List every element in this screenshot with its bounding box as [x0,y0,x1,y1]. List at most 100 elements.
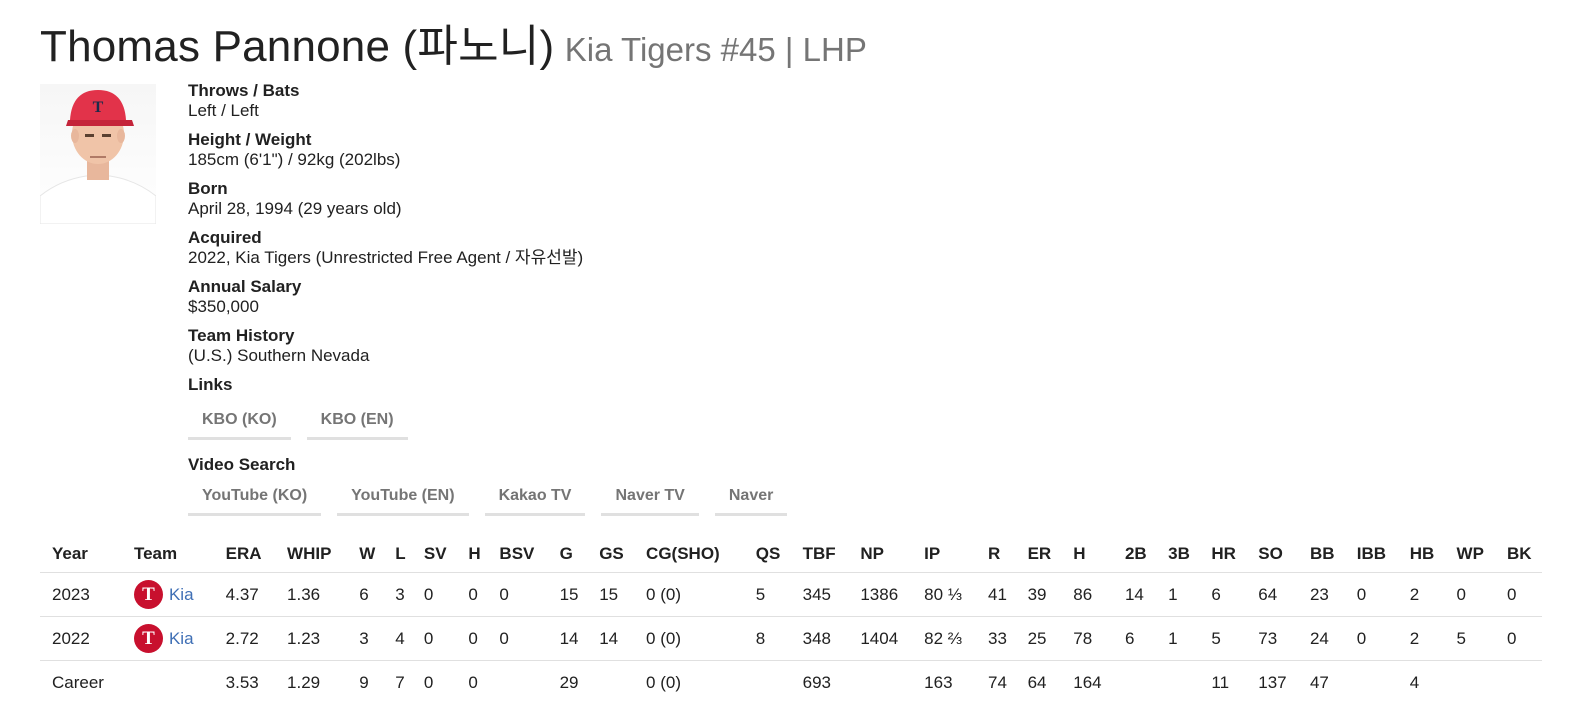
youtube-ko-link[interactable]: YouTube (KO) [188,481,322,516]
stat-cell: 7 [395,672,405,692]
stat-cell: 0 [1344,572,1398,617]
field-label: Height / Weight [188,130,312,149]
stat-cell: 137 [1258,672,1287,692]
salary-field: Annual Salary $350,000 [188,276,1088,317]
stat-cell: 39 [1015,572,1062,617]
stat-cell: 14 [587,616,635,661]
field-value: (U.S.) Southern Nevada [188,346,370,365]
stat-cell: 693 [802,672,832,692]
stat-cell: 5 [1444,616,1495,661]
year-cell: Career [52,672,104,692]
youtube-en-link[interactable]: YouTube (EN) [337,481,469,516]
stat-cell: 6 [347,572,384,617]
stat-cell [1445,661,1495,705]
team-link-wrap[interactable]: T Kia [133,624,214,653]
stat-cell: 5 [743,572,791,617]
kbo-en-link[interactable]: KBO (EN) [306,405,408,440]
stat-cell: 1.29 [287,672,321,692]
stat-cell: 0 [487,572,548,617]
stat-cell: 25 [1015,616,1062,661]
field-label: Throws / Bats [188,81,300,100]
col-header-tbf: TBF [790,536,849,573]
field-value: April 28, 1994 (29 years old) [188,199,402,218]
col-header-hits: H [1061,536,1113,573]
stat-cell: 345 [790,572,849,617]
naver-tv-link[interactable]: Naver TV [601,481,699,516]
stat-cell: 1404 [848,616,913,661]
team-link[interactable]: Kia [169,629,194,649]
stat-cell: 1 [1156,616,1200,661]
field-label: Team History [188,326,295,345]
stat-cell: 82 ⅔ [912,616,976,661]
stat-cell: 9 [359,672,369,692]
stat-cell: 64 [1027,672,1047,692]
stat-cell: 348 [790,616,849,661]
stat-cell: 14 [547,616,588,661]
col-header-hb: HB [1397,536,1445,573]
stat-cell: 0 [456,616,488,661]
stat-cell: 0 [411,572,457,617]
stat-cell: 0 [1444,572,1495,617]
stat-cell: 0 [468,672,478,692]
page-header: Thomas Pannone (파노니) Kia Tigers #45 | LH… [40,10,867,74]
col-header-l: L [383,536,412,573]
col-header-bsv: BSV [487,536,548,573]
player-name: Thomas Pannone (파노니) [40,22,555,71]
stat-cell: 47 [1309,672,1329,692]
stat-cell: 1.36 [275,572,348,617]
stat-cell: 163 [924,672,953,692]
stat-cell: 64 [1246,572,1298,617]
field-value: 185cm (6'1") / 92kg (202lbs) [188,150,401,169]
stat-cell [1345,661,1398,705]
stat-cell: 2 [1397,616,1445,661]
team-link[interactable]: Kia [169,585,194,605]
stat-cell: 74 [987,672,1007,692]
stats-header-row: Year Team ERA WHIP W L SV H BSV G GS CG(… [40,536,1542,573]
acquired-field: Acquired 2022, Kia Tigers (Unrestricted … [188,227,1088,268]
col-header-era: ERA [213,536,276,573]
player-team-position: Kia Tigers #45 | LHP [564,31,867,68]
stat-cell: 0 [1344,616,1398,661]
stats-row: Career 3.53 1.29 9 7 0 0 29 0 (0) 693 163 74 64 164 11… [40,661,1542,705]
stat-cell: 4 [383,616,412,661]
col-header-year: Year [40,536,122,573]
stats-row: 2023 T Kia 4.37 1.36 6 3 0 0 0 15 15 0 (0) 5 345 1386 80… [40,572,1542,617]
stat-cell: 8 [743,616,791,661]
stat-cell: 6 [1199,572,1247,617]
stats-row: 2022 T Kia 2.72 1.23 3 4 0 0 0 14 14 0 (0) 8 348 1404 82… [40,616,1542,661]
col-header-r: R [975,536,1016,573]
kia-tigers-logo-icon: T [133,580,163,609]
player-info: Throws / Bats Left / Left Height / Weigh… [188,80,1088,530]
naver-link[interactable]: Naver [714,481,788,516]
team-cell [122,661,214,705]
field-value: Left / Left [188,101,259,120]
col-header-sv: SV [411,536,457,573]
col-header-ibb: IBB [1344,536,1398,573]
team-link-wrap[interactable]: T Kia [133,580,214,609]
stat-cell: 0 (0) [634,616,744,661]
stat-cell: 4.37 [213,572,276,617]
year-cell: 2022 [40,616,122,661]
stat-cell: 29 [559,672,579,692]
stat-cell: 33 [975,616,1016,661]
stat-cell: 3 [347,616,384,661]
stat-cell: 86 [1061,572,1113,617]
stat-cell: 80 ⅓ [912,572,976,617]
stat-cell: 0 [487,616,548,661]
born-field: Born April 28, 1994 (29 years old) [188,178,1088,219]
stat-cell [587,661,634,705]
col-header-whip: WHIP [275,536,348,573]
kakao-tv-link[interactable]: Kakao TV [484,481,586,516]
stat-cell: 11 [1211,672,1230,692]
kbo-ko-link[interactable]: KBO (KO) [188,405,291,440]
stat-cell: 0 [423,672,434,692]
col-header-2b: 2B [1112,536,1157,573]
stat-cell: 0 (0) [646,672,682,692]
svg-text:T: T [93,99,104,116]
stat-cell: 78 [1061,616,1113,661]
col-header-ip: IP [912,536,976,573]
stat-cell: 0 [1494,616,1542,661]
year-cell: 2023 [40,572,122,617]
stat-cell: 2.72 [213,616,276,661]
stat-cell [1113,661,1156,705]
